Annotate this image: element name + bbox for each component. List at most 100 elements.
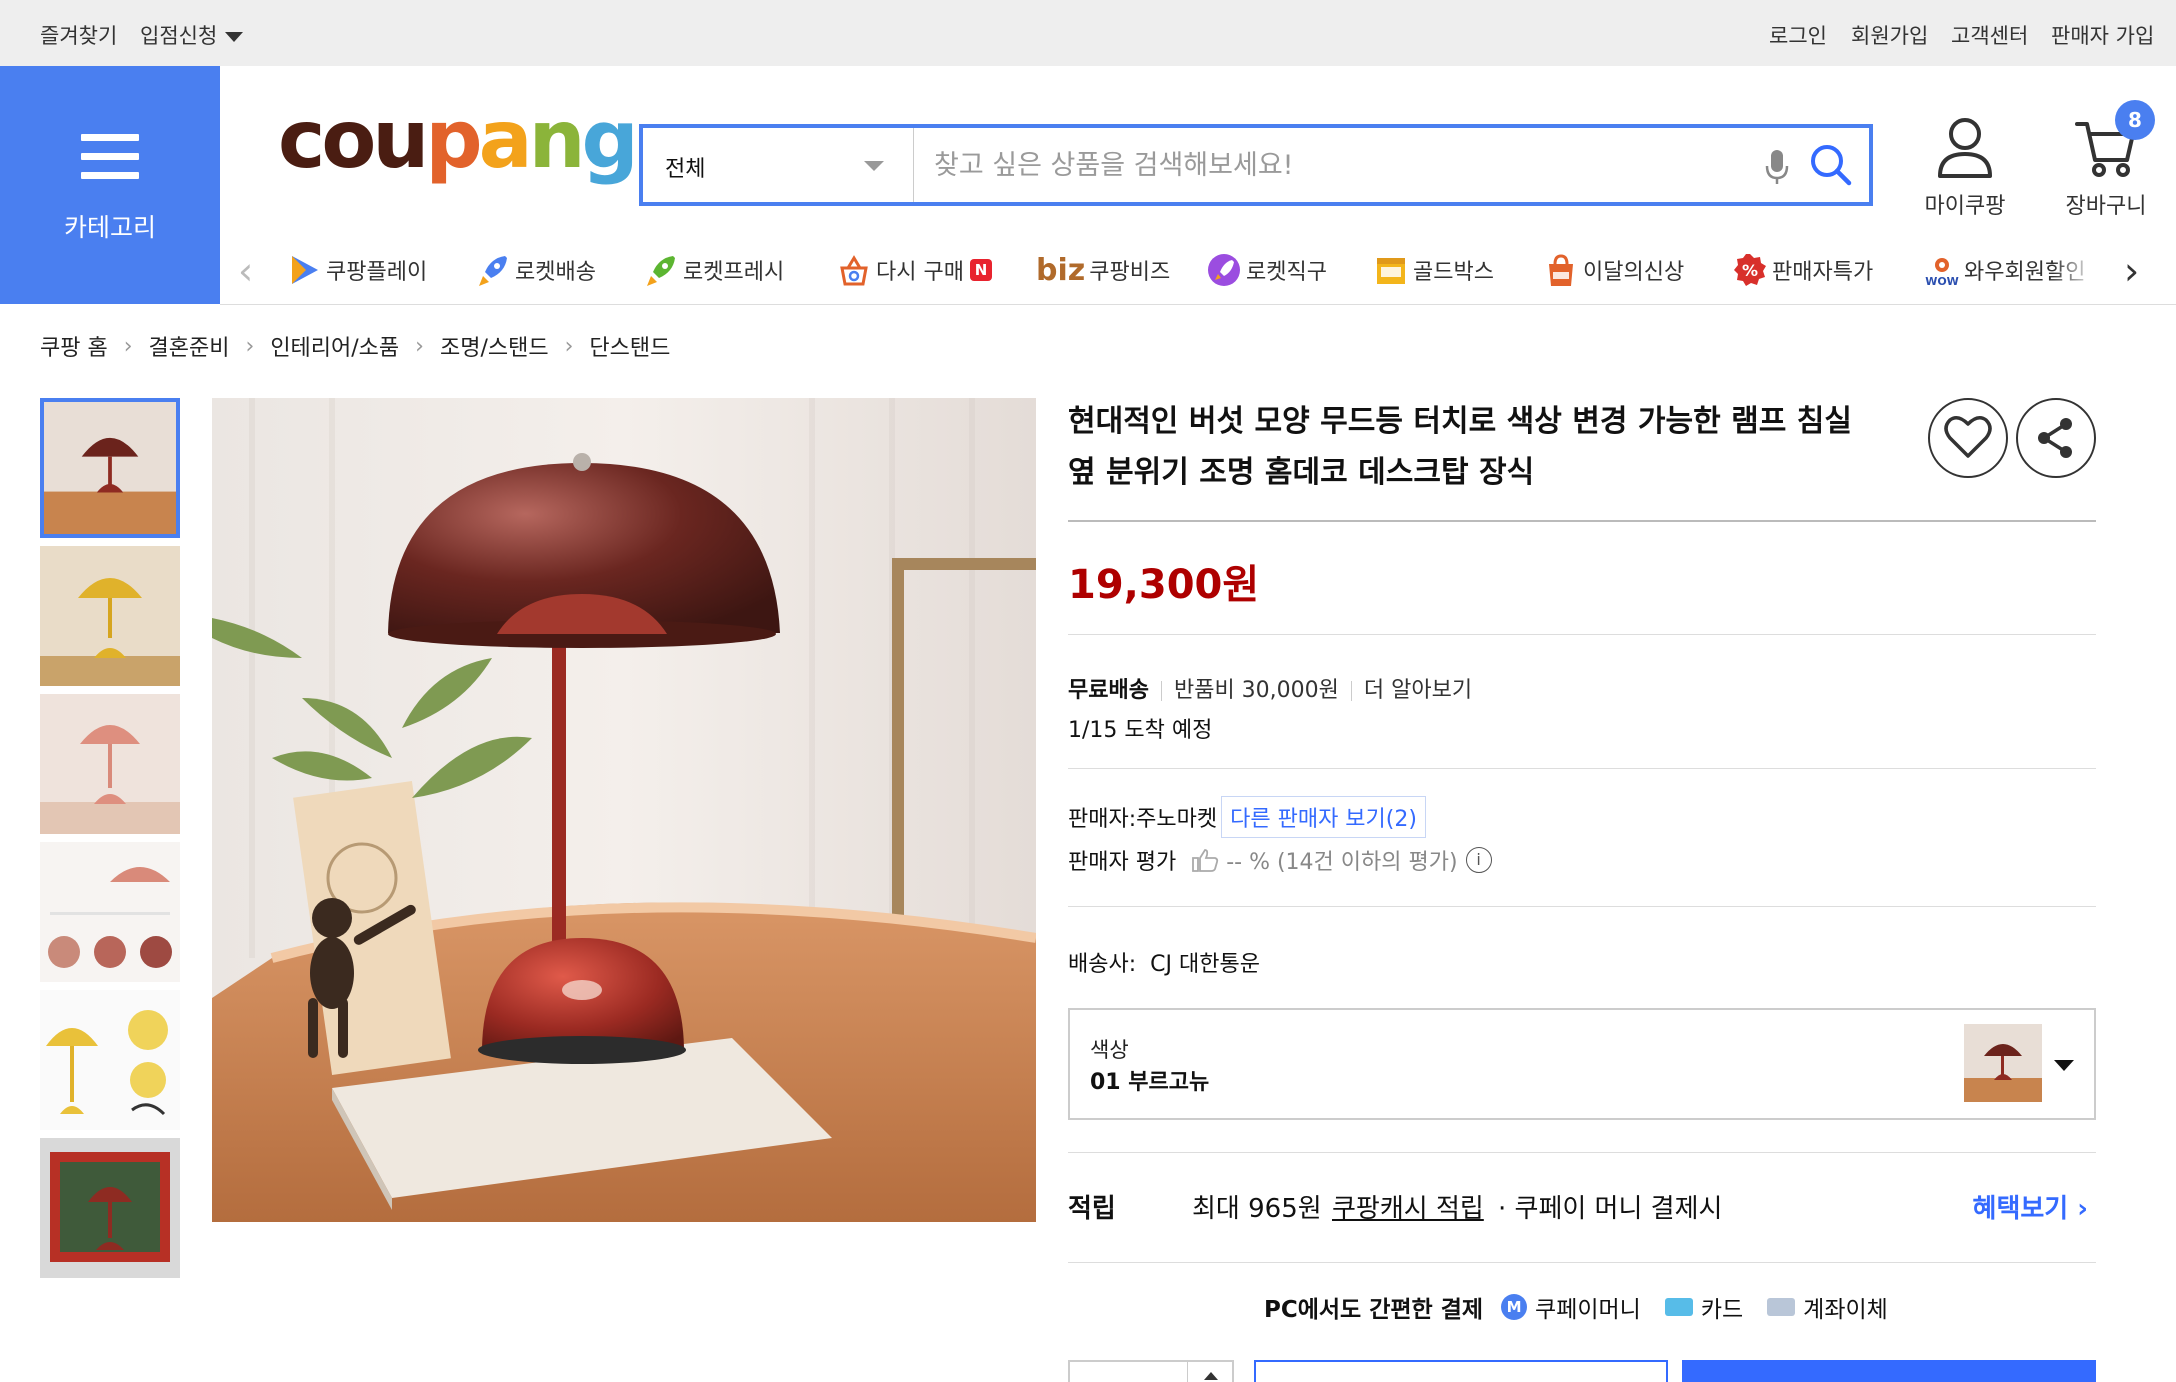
product-title: 현대적인 버섯 모양 무드등 터치로 색상 변경 가능한 램프 침실 옆 분위기… (1068, 404, 1852, 490)
product-thumbnail[interactable] (40, 990, 180, 1130)
logo-letter: a (478, 93, 533, 186)
breadcrumb-home[interactable]: 쿠팡 홈 (40, 330, 108, 362)
product-image (212, 398, 1036, 1222)
logo-letter: u (372, 93, 429, 186)
seller-divider (1068, 906, 2096, 907)
signup-link[interactable]: 회원가입 (1851, 20, 1928, 50)
login-link[interactable]: 로그인 (1769, 20, 1827, 50)
nav-item-new-arrivals[interactable]: 이달의신상 (1543, 252, 1684, 288)
share-button[interactable] (2016, 398, 2096, 478)
store-apply-dropdown[interactable]: 입점신청 (140, 20, 244, 50)
seller-name: 주노마켓 (1136, 807, 1218, 832)
nav-item-label: 로켓프레시 (683, 260, 785, 285)
nav-item-label: 로켓배송 (515, 260, 596, 285)
info-icon[interactable]: i (1465, 847, 1492, 873)
product-thumbnail[interactable] (40, 398, 180, 538)
reward-row: 적립 최대 965원 쿠팡캐시 적립 · 쿠페이 머니 결제시 혜택보기 › (1068, 1188, 2096, 1228)
payment-method-coupay: M 쿠페이머니 (1501, 1290, 1641, 1324)
seller-rating-label: 판매자 평가 (1068, 850, 1177, 875)
product-thumbnail[interactable] (40, 546, 180, 686)
breadcrumb-item[interactable]: 인테리어/소품 (270, 330, 399, 362)
nav-item-coupang-play[interactable]: 쿠팡플레이 (286, 252, 427, 288)
thumbs-up-icon (1192, 849, 1219, 872)
add-to-cart-button[interactable] (1254, 1360, 1668, 1382)
buy-now-button[interactable] (1682, 1360, 2096, 1382)
nav-item-label: 다시 구매 (876, 260, 964, 285)
caret-down-icon (225, 32, 244, 42)
coupang-cash-link[interactable]: 쿠팡캐시 적립 (1332, 1188, 1484, 1225)
search-scope-value: 전체 (665, 157, 706, 182)
nav-item-label: 쿠팡플레이 (326, 260, 428, 285)
breadcrumb-item[interactable]: 조명/스탠드 (440, 330, 549, 362)
seller-info: 판매자: 주노마켓 다른 판매자 보기(2) (1068, 796, 1426, 838)
chevron-left-icon[interactable]: ‹ (238, 252, 253, 290)
biz-icon: biz (1036, 252, 1086, 288)
logo-letter: n (528, 93, 586, 186)
payment-title: PC에서도 간편한 결제 (1264, 1297, 1484, 1323)
arrival-date: 1/15 도착 예정 (1068, 718, 1213, 743)
play-icon (292, 256, 318, 284)
customer-center-link[interactable]: 고객센터 (1951, 20, 2028, 50)
option-image (1964, 1024, 2042, 1102)
rocket-icon (479, 256, 507, 286)
thumbnail-image (40, 694, 180, 834)
nav-item-label: 로켓직구 (1246, 260, 1327, 285)
seller-rating-value: -- % (14건 이하의 평가) (1226, 850, 1458, 875)
wishlist-button[interactable] (1928, 398, 2008, 478)
nav-item-goldbox[interactable]: 골드박스 (1373, 252, 1494, 288)
product-price: 19,300원 (1068, 562, 1260, 608)
thumbnail-image (40, 546, 180, 686)
nav-item-coupang-biz[interactable]: biz 쿠팡비즈 (1036, 252, 1170, 288)
chevron-right-icon: › (564, 333, 574, 359)
rocket-fresh-icon (647, 256, 675, 286)
chevron-right-icon: › (245, 333, 255, 359)
payment-method-label: 카드 (1700, 1297, 1744, 1323)
search-scope-select[interactable]: 전체 (643, 128, 914, 202)
nav-item-rebuy[interactable]: 다시 구매 N (836, 252, 992, 288)
seller-signup-link[interactable]: 판매자 가입 (2051, 20, 2154, 50)
wow-icon: WOW (1925, 258, 1959, 288)
search-bar: 전체 (639, 124, 1873, 206)
chevron-right-icon[interactable]: › (2124, 252, 2139, 290)
nav-item-rocket-fresh[interactable]: 로켓프레시 (643, 252, 784, 288)
search-icon[interactable] (1808, 142, 1854, 188)
learn-more-link[interactable]: 더 알아보기 (1364, 678, 1472, 703)
microphone-icon[interactable] (1763, 148, 1791, 186)
shipping-divider (1068, 768, 2096, 769)
nav-item-label: 쿠팡비즈 (1089, 260, 1171, 285)
logo-letter: p (425, 93, 482, 186)
breadcrumb-item[interactable]: 단스탠드 (589, 330, 670, 362)
category-menu-button[interactable]: 카테고리 (0, 66, 220, 304)
product-thumbnail[interactable] (40, 694, 180, 834)
option-thumbnail (1964, 1024, 2042, 1102)
coupay-icon: M (1501, 1294, 1528, 1320)
other-sellers-link[interactable]: 다른 판매자 보기(2) (1221, 796, 1426, 838)
chevron-right-icon: › (415, 333, 424, 359)
payment-method-label: 계좌이체 (1803, 1297, 1888, 1323)
coupang-logo[interactable]: coupang (278, 93, 639, 186)
view-benefits-link[interactable]: 혜택보기 › (1973, 1188, 2088, 1225)
payment-method-bank: 계좌이체 (1767, 1290, 1888, 1324)
main-product-image[interactable] (212, 398, 1036, 1222)
quantity-stepper[interactable] (1068, 1360, 1234, 1382)
chevron-up-icon[interactable] (1204, 1372, 1218, 1380)
product-thumbnail[interactable] (40, 1138, 180, 1278)
product-thumbnail[interactable] (40, 842, 180, 982)
favorites-link[interactable]: 즐겨찾기 (40, 20, 117, 50)
reward-label: 적립 (1068, 1194, 1116, 1224)
my-coupang-button[interactable]: 마이쿠팡 (1920, 116, 2010, 220)
top-utility-bar: 즐겨찾기 입점신청 로그인 회원가입 고객센터 판매자 가입 (0, 0, 2176, 66)
shipping-info: 무료배송 반품비 30,000원 더 알아보기 (1068, 672, 1472, 704)
percent-icon: % (1734, 254, 1766, 286)
chevron-down-icon (864, 161, 884, 171)
user-icon (1938, 118, 1992, 178)
search-input[interactable] (914, 128, 1724, 202)
breadcrumb-item[interactable]: 결혼준비 (149, 330, 230, 362)
nav-item-rocket-global[interactable]: 로켓직구 (1206, 252, 1327, 288)
nav-item-seller-deals[interactable]: % 판매자특가 (1732, 252, 1873, 288)
color-option-select[interactable]: 색상 01 부르고뉴 (1068, 1008, 2096, 1120)
nav-item-rocket-delivery[interactable]: 로켓배송 (475, 252, 596, 288)
nav-item-wow-discount[interactable]: WOW 와우회원할인 (1924, 252, 2096, 288)
free-shipping-label: 무료배송 (1068, 678, 1149, 703)
seller-label: 판매자: (1068, 807, 1137, 832)
